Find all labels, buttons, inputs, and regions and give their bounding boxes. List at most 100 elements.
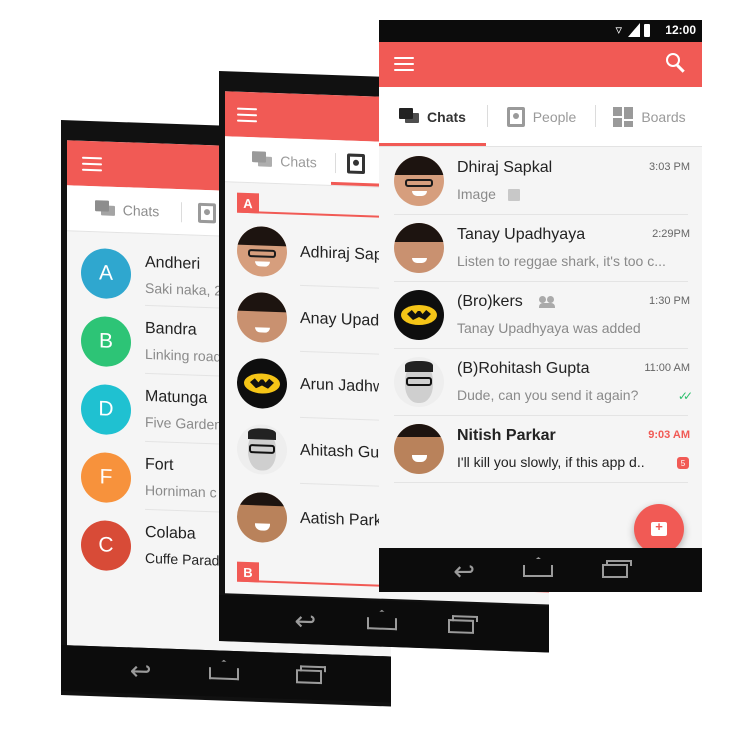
chat-preview: Image xyxy=(457,186,496,202)
chats-icon xyxy=(399,107,420,126)
item-subtitle: Saki naka, 2 xyxy=(145,279,223,299)
chat-row[interactable]: (Bro)kers Tanay Upadhyaya was added 1:30… xyxy=(379,282,702,349)
item-subtitle: Linking road xyxy=(145,345,222,365)
avatar xyxy=(237,291,287,344)
tab-chats-label: Chats xyxy=(427,108,466,125)
avatar xyxy=(394,290,444,340)
avatar xyxy=(394,424,444,474)
contact-name: Adhiraj Sap xyxy=(300,243,383,264)
tab-bar: Chats People Boards xyxy=(379,87,702,147)
avatar: F xyxy=(81,451,131,504)
chat-preview: Dude, can you send it again? xyxy=(457,387,639,403)
contact-name: Arun Jadhw xyxy=(300,375,385,396)
search-icon[interactable] xyxy=(666,53,686,73)
signal-icon xyxy=(628,23,640,37)
chats-icon xyxy=(252,150,273,170)
tab-people-label: People xyxy=(532,108,577,125)
avatar: B xyxy=(81,315,131,368)
contact-name: Aatish Park xyxy=(300,509,382,530)
back-icon[interactable]: ↩ xyxy=(453,558,475,584)
app-bar xyxy=(379,42,702,87)
people-icon xyxy=(198,202,216,223)
avatar xyxy=(237,491,287,544)
contact-name: Ahitash Gup xyxy=(300,441,389,462)
tab-boards[interactable]: Boards xyxy=(597,87,702,146)
chat-name: Nitish Parkar xyxy=(457,427,556,444)
active-tab-indicator xyxy=(379,143,486,146)
chat-row[interactable]: Nitish Parkar I'll kill you slowly, if t… xyxy=(379,416,702,483)
chat-preview: I'll kill you slowly, if this app d.. xyxy=(457,454,645,470)
read-receipt-icon: ✓✓ xyxy=(677,389,693,403)
chat-preview: Tanay Upadhyaya was added xyxy=(457,320,641,336)
chat-time: 11:00 AM xyxy=(644,362,690,374)
recent-apps-icon[interactable] xyxy=(447,618,474,634)
item-subtitle: Cuffe Parad xyxy=(145,549,220,569)
divider xyxy=(394,482,688,483)
chat-row[interactable]: Tanay Upadhyaya Listen to reggae shark, … xyxy=(379,215,702,282)
home-icon[interactable] xyxy=(208,667,239,681)
item-title: Andheri xyxy=(145,253,201,273)
tab-divider xyxy=(181,202,182,223)
tab-people[interactable] xyxy=(331,140,381,187)
tab-people[interactable]: People xyxy=(489,87,594,146)
avatar xyxy=(237,423,287,476)
item-title: Bandra xyxy=(145,319,197,339)
menu-icon[interactable] xyxy=(82,156,102,172)
battery-icon xyxy=(644,24,650,37)
recent-apps-icon[interactable] xyxy=(601,560,632,578)
tab-divider xyxy=(487,105,488,127)
item-title: Colaba xyxy=(145,523,196,543)
status-bar: ▿ 12:00 xyxy=(379,20,702,42)
chat-name: (Bro)kers xyxy=(457,293,523,310)
chat-time: 9:03 AM xyxy=(648,429,690,441)
avatar xyxy=(237,357,287,410)
chat-name: Dhiraj Sapkal xyxy=(457,159,553,176)
people-icon xyxy=(347,152,365,174)
phone-front: ▿ 12:00 Chats People Boards Dhiraj Sapka… xyxy=(379,20,702,592)
recent-apps-icon[interactable] xyxy=(296,669,323,685)
image-icon xyxy=(508,189,520,201)
tab-chats[interactable]: Chats xyxy=(237,137,332,185)
avatar xyxy=(394,223,444,273)
home-icon[interactable] xyxy=(523,565,554,577)
back-icon[interactable]: ↩ xyxy=(130,655,152,686)
avatar: A xyxy=(81,247,131,300)
status-time: 12:00 xyxy=(665,23,696,37)
item-title: Fort xyxy=(145,455,174,474)
chat-time: 3:03 PM xyxy=(649,161,690,173)
tab-divider xyxy=(595,105,596,127)
system-nav-bar: ↩ xyxy=(379,548,702,592)
back-icon[interactable]: ↩ xyxy=(294,606,316,637)
new-chat-icon xyxy=(651,519,667,536)
chat-row[interactable]: Dhiraj Sapkal Image 3:03 PM xyxy=(379,148,702,215)
unread-badge: 5 xyxy=(677,457,689,469)
wifi-icon: ▿ xyxy=(615,22,622,37)
people-icon xyxy=(506,106,525,127)
tab-boards-label: Boards xyxy=(641,108,686,125)
active-tab-indicator xyxy=(331,181,381,187)
menu-icon[interactable] xyxy=(237,107,257,123)
chats-icon xyxy=(94,199,115,219)
chat-time: 2:29PM xyxy=(652,228,690,240)
chat-name: Tanay Upadhyaya xyxy=(457,226,586,243)
avatar xyxy=(394,357,444,407)
chat-time: 1:30 PM xyxy=(649,295,690,307)
tab-chats-label: Chats xyxy=(122,201,160,219)
tab-chats[interactable]: Chats xyxy=(379,87,486,146)
tab-chats-label: Chats xyxy=(280,152,317,170)
avatar xyxy=(394,156,444,206)
avatar: D xyxy=(81,383,131,436)
item-title: Matunga xyxy=(145,387,208,408)
menu-icon[interactable] xyxy=(394,57,414,71)
boards-icon xyxy=(613,106,634,127)
avatar: C xyxy=(81,519,131,572)
chat-row[interactable]: (B)Rohitash Gupta Dude, can you send it … xyxy=(379,349,702,416)
chat-name: (B)Rohitash Gupta xyxy=(457,360,590,377)
chat-preview: Listen to reggae shark, it's too c... xyxy=(457,253,666,269)
item-subtitle: Horniman c xyxy=(145,481,217,501)
contact-name: Anay Upadh xyxy=(300,309,389,330)
home-icon[interactable] xyxy=(366,617,397,631)
avatar xyxy=(237,225,287,278)
new-chat-button[interactable] xyxy=(634,504,684,548)
tab-chats[interactable]: Chats xyxy=(77,186,177,234)
